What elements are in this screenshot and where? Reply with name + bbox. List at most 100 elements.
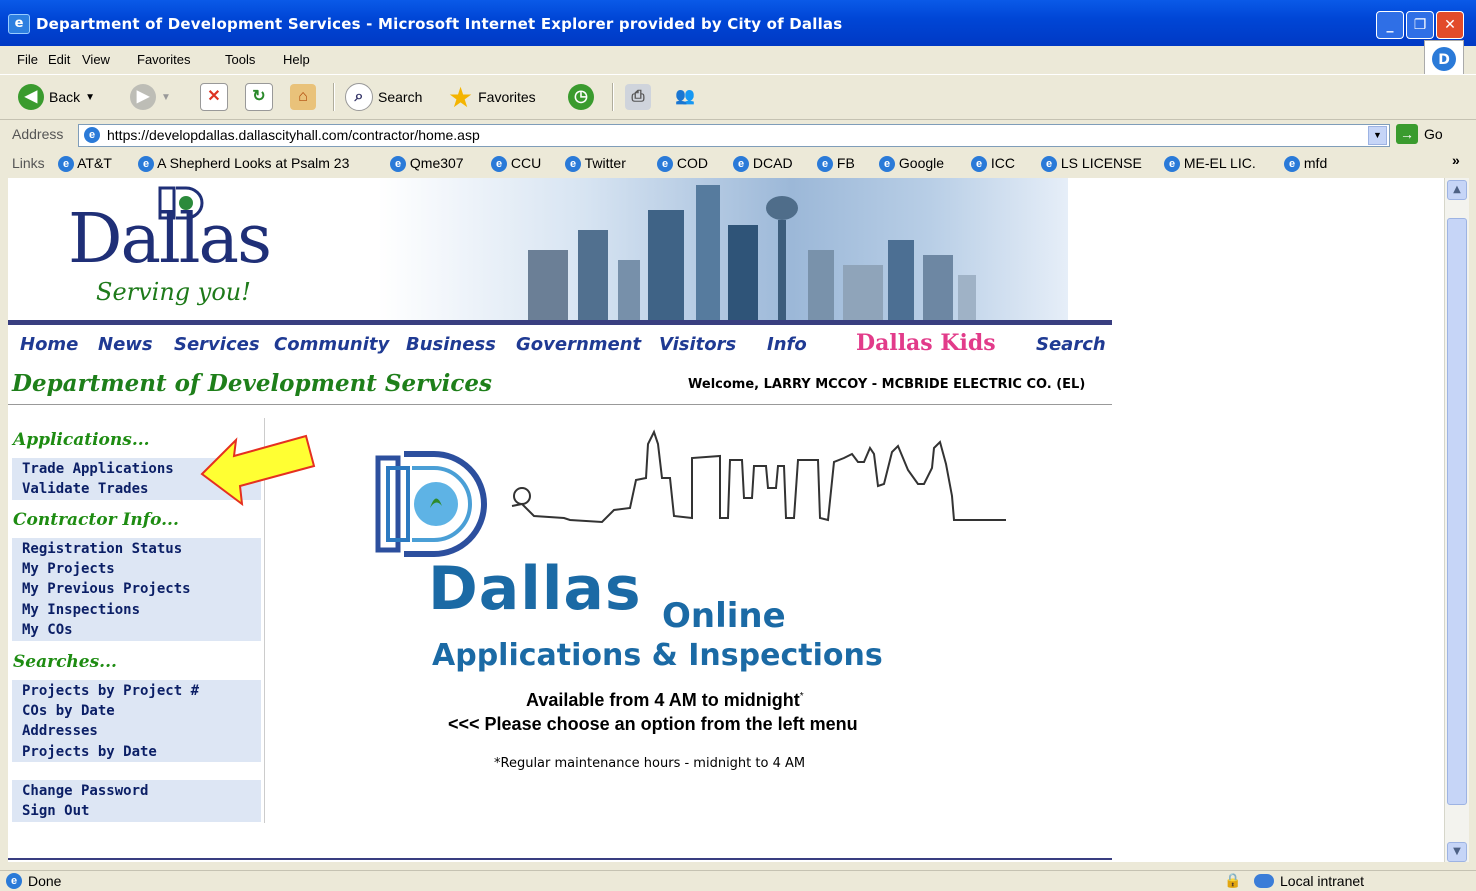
menu-change-password[interactable]: Change Password bbox=[22, 783, 148, 799]
windows-logo-icon: D bbox=[1424, 40, 1464, 78]
close-button[interactable]: ✕ bbox=[1436, 11, 1464, 39]
nav-news[interactable]: News bbox=[98, 334, 153, 355]
menu-trade-applications[interactable]: Trade Applications bbox=[22, 461, 174, 477]
minimize-button[interactable]: _ bbox=[1376, 11, 1404, 39]
stop-button[interactable]: ✕ bbox=[200, 83, 228, 111]
nav-visitors[interactable]: Visitors bbox=[659, 334, 736, 355]
favorites-label: Favorites bbox=[478, 89, 536, 105]
nav-info[interactable]: Info bbox=[767, 334, 807, 355]
window-title: Department of Development Services - Mic… bbox=[36, 15, 843, 33]
nav-dallas-kids[interactable]: Dallas Kids bbox=[856, 330, 996, 356]
menu-edit[interactable]: Edit bbox=[48, 52, 70, 67]
go-button[interactable]: → Go bbox=[1396, 124, 1443, 144]
back-button[interactable]: ◀ Back ▼ bbox=[18, 83, 95, 111]
menu-projects-by-number[interactable]: Projects by Project # bbox=[22, 683, 199, 699]
address-dropdown-icon[interactable]: ▼ bbox=[1368, 126, 1387, 145]
contractor-info-heading: Contractor Info... bbox=[13, 510, 179, 530]
nav-services[interactable]: Services bbox=[174, 334, 260, 355]
skyline-photo bbox=[378, 178, 1068, 320]
menu-help[interactable]: Help bbox=[283, 52, 310, 67]
refresh-button[interactable]: ↻ bbox=[245, 83, 273, 111]
link-me-el-lic[interactable]: e ME-EL LIC. bbox=[1164, 155, 1256, 173]
scroll-down-icon[interactable]: ▼ bbox=[1447, 842, 1467, 862]
instruction-text: <<< Please choose an option from the lef… bbox=[448, 714, 858, 734]
forward-button[interactable]: ▶ ▼ bbox=[130, 83, 171, 111]
link-label: Qme307 bbox=[409, 155, 464, 171]
link-shepherd[interactable]: e A Shepherd Looks at Psalm 23 bbox=[138, 155, 349, 173]
headline: Applications & Inspections bbox=[432, 638, 883, 673]
link-cod[interactable]: e COD bbox=[657, 155, 708, 173]
menu-addresses[interactable]: Addresses bbox=[22, 723, 98, 739]
home-icon: ⌂ bbox=[290, 84, 316, 110]
link-google[interactable]: e Google bbox=[879, 155, 944, 173]
account-box: Change Password Sign Out bbox=[12, 780, 261, 822]
applications-heading: Applications... bbox=[13, 430, 150, 450]
forward-dropdown-icon[interactable]: ▼ bbox=[161, 92, 171, 103]
scroll-up-icon[interactable]: ▲ bbox=[1447, 180, 1467, 200]
print-button[interactable]: ⎙ bbox=[625, 83, 651, 111]
intranet-icon bbox=[1254, 874, 1274, 888]
stop-icon: ✕ bbox=[200, 83, 228, 111]
link-ccu[interactable]: e CCU bbox=[491, 155, 541, 173]
link-icon: e bbox=[657, 156, 673, 173]
link-icon: e bbox=[390, 156, 406, 173]
link-qme307[interactable]: e Qme307 bbox=[390, 155, 464, 173]
link-fb[interactable]: e FB bbox=[817, 155, 855, 173]
menu-sign-out[interactable]: Sign Out bbox=[22, 803, 89, 819]
menu-cos-by-date[interactable]: COs by Date bbox=[22, 703, 115, 719]
forward-arrow-icon: ▶ bbox=[130, 84, 156, 110]
link-label: FB bbox=[836, 155, 855, 171]
menu-tools[interactable]: Tools bbox=[225, 52, 255, 67]
menu-projects-by-date[interactable]: Projects by Date bbox=[22, 744, 157, 760]
link-icon: e bbox=[879, 156, 895, 173]
logo-word-online: Online bbox=[662, 596, 786, 636]
link-twitter[interactable]: e Twitter bbox=[565, 155, 626, 173]
menu-my-inspections[interactable]: My Inspections bbox=[22, 602, 140, 618]
scroll-thumb[interactable] bbox=[1447, 218, 1467, 805]
back-dropdown-icon[interactable]: ▼ bbox=[85, 92, 95, 103]
footer-divider bbox=[8, 858, 1112, 860]
link-mfd[interactable]: e mfd bbox=[1284, 155, 1327, 173]
search-button[interactable]: ⌕ Search bbox=[345, 83, 422, 111]
menu-validate-trades[interactable]: Validate Trades bbox=[22, 481, 148, 497]
svg-text:D: D bbox=[1438, 52, 1450, 68]
menu-bar: File Edit View Favorites Tools Help bbox=[0, 46, 1476, 72]
link-icc[interactable]: e ICC bbox=[971, 155, 1015, 173]
menu-file[interactable]: File bbox=[17, 52, 38, 67]
link-icon: e bbox=[1284, 156, 1300, 173]
menu-favorites[interactable]: Favorites bbox=[137, 52, 190, 67]
nav-community[interactable]: Community bbox=[274, 334, 389, 355]
menu-view[interactable]: View bbox=[82, 52, 110, 67]
links-more-icon[interactable]: » bbox=[1452, 152, 1460, 168]
link-att[interactable]: e AT&T bbox=[58, 155, 112, 173]
history-button[interactable]: ◷ bbox=[568, 83, 594, 111]
link-icon: e bbox=[138, 156, 154, 173]
menu-my-projects[interactable]: My Projects bbox=[22, 561, 115, 577]
availability-text: Available from 4 AM to midnight* bbox=[526, 690, 804, 711]
go-label: Go bbox=[1424, 126, 1443, 142]
address-input[interactable]: e https://developdallas.dallascityhall.c… bbox=[78, 124, 1390, 147]
links-bar: Links e AT&T e A Shepherd Looks at Psalm… bbox=[0, 150, 1476, 178]
nav-search[interactable]: Search bbox=[1036, 334, 1106, 355]
searches-heading: Searches... bbox=[13, 652, 117, 672]
vertical-scrollbar[interactable]: ▲ ▼ bbox=[1444, 178, 1469, 862]
status-done: e Done bbox=[6, 873, 61, 889]
link-icon: e bbox=[1041, 156, 1057, 173]
security-zone: Local intranet bbox=[1254, 873, 1364, 889]
status-bar: e Done 🔒 Local intranet bbox=[0, 870, 1476, 891]
maximize-button[interactable]: ❐ bbox=[1406, 11, 1434, 39]
nav-business[interactable]: Business bbox=[406, 334, 496, 355]
messenger-button[interactable]: 👥 bbox=[672, 83, 698, 111]
menu-my-previous-projects[interactable]: My Previous Projects bbox=[22, 581, 191, 597]
menu-my-cos[interactable]: My COs bbox=[22, 622, 73, 638]
address-label: Address bbox=[12, 126, 64, 142]
home-button[interactable]: ⌂ bbox=[290, 83, 316, 111]
dallas-online-logo bbox=[374, 426, 1014, 566]
nav-home[interactable]: Home bbox=[20, 334, 78, 355]
link-dcad[interactable]: e DCAD bbox=[733, 155, 793, 173]
nav-government[interactable]: Government bbox=[516, 334, 641, 355]
contractor-box: Registration Status My Projects My Previ… bbox=[12, 538, 261, 641]
favorites-button[interactable]: ★ Favorites bbox=[448, 82, 536, 113]
link-ls-license[interactable]: e LS LICENSE bbox=[1041, 155, 1142, 173]
menu-registration-status[interactable]: Registration Status bbox=[22, 541, 182, 557]
